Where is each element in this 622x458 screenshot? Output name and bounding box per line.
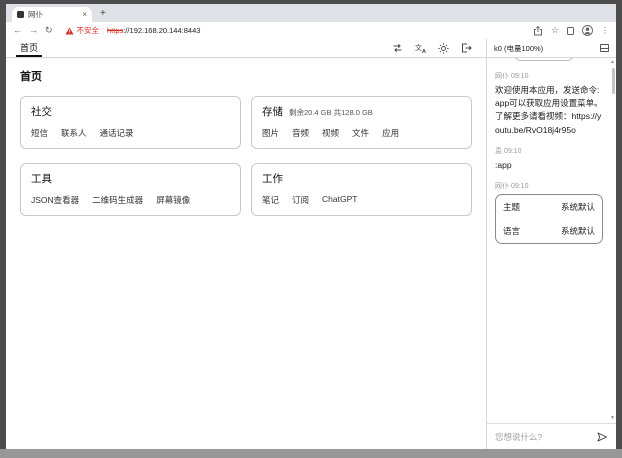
setting-label: 主题 — [503, 201, 520, 213]
url-host: ://192.168.20.144:8443 — [123, 26, 200, 35]
partial-scrolled-card — [515, 58, 573, 61]
message-time: 09:10 — [511, 183, 529, 190]
page-title: 首页 — [20, 68, 472, 84]
card-grid: 社交 短信 联系人 通话记录 存储 剩余20.4 GB 共128.0 GB — [20, 96, 472, 216]
link-subscriptions[interactable]: 订阅 — [292, 194, 309, 206]
link-apps[interactable]: 应用 — [382, 127, 399, 139]
link-chatgpt[interactable]: ChatGPT — [322, 194, 357, 206]
toolbar-actions: ☆ ⋮ — [533, 25, 609, 36]
card-social: 社交 短信 联系人 通话记录 — [20, 96, 241, 149]
share-icon[interactable] — [533, 26, 543, 36]
security-status-label[interactable]: 不安全 — [77, 25, 100, 36]
link-call-log[interactable]: 通话记录 — [100, 127, 134, 139]
url-scheme: https — [107, 26, 123, 35]
link-qrcode-generator[interactable]: 二维码生成器 — [92, 194, 143, 206]
scroll-up-icon[interactable]: ▲ — [610, 60, 615, 65]
link-sms[interactable]: 短信 — [31, 127, 48, 139]
browser-tab-strip: 网仆 × + — [6, 4, 616, 22]
message-text: :app — [495, 159, 603, 172]
browser-menu-icon[interactable]: ⋮ — [601, 27, 609, 35]
sidebar-header: k0 (电量100%) — [486, 39, 616, 57]
chat-message: 袁 09:10 :app — [495, 146, 603, 172]
swap-arrows-icon[interactable] — [392, 43, 403, 53]
link-video[interactable]: 视频 — [322, 127, 339, 139]
main-panel: 首页 社交 短信 联系人 通话记录 存储 剩余2 — [6, 58, 486, 449]
message-sender: 袁 — [495, 148, 502, 155]
link-screen-mirror[interactable]: 屏幕镜像 — [156, 194, 190, 206]
warning-triangle-icon — [65, 27, 74, 35]
setting-value: 系统默认 — [561, 201, 595, 213]
link-json-viewer[interactable]: JSON查看器 — [31, 194, 79, 206]
chat-message: 网仆 09:10 欢迎使用本应用，发送命令:app可以获取应用设置菜单。了解更多… — [495, 71, 603, 137]
app-header: 首页 文 A — [6, 39, 616, 58]
desktop-background-strip — [0, 449, 622, 458]
address-bar[interactable]: 不安全 | https://192.168.20.144:8443 — [60, 25, 526, 36]
back-button[interactable]: ← — [13, 26, 22, 35]
reload-button[interactable]: ↻ — [45, 26, 53, 35]
side-panel-icon[interactable] — [567, 27, 574, 35]
card-work: 工作 笔记 订阅 ChatGPT — [251, 163, 472, 216]
logout-icon[interactable] — [461, 43, 472, 53]
card-storage: 存储 剩余20.4 GB 共128.0 GB 图片 音频 视频 文件 应用 — [251, 96, 472, 149]
link-files[interactable]: 文件 — [352, 127, 369, 139]
chat-input-bar — [487, 423, 616, 449]
storage-usage-label: 剩余20.4 GB 共128.0 GB — [289, 107, 373, 118]
chat-message: 网仆 09:10 主题 系统默认 语言 系统默认 — [495, 181, 603, 244]
message-time: 09:10 — [511, 73, 529, 80]
browser-tab-active[interactable]: 网仆 × — [12, 7, 92, 22]
card-title: 社交 — [31, 104, 52, 119]
message-sender: 网仆 — [495, 73, 509, 80]
profile-avatar-icon[interactable] — [582, 25, 593, 36]
tab-title: 网仆 — [28, 9, 78, 20]
settings-menu-card: 主题 系统默认 语言 系统默认 — [495, 194, 603, 244]
scroll-down-icon[interactable]: ▼ — [610, 416, 615, 421]
chat-message-list: 网仆 09:10 欢迎使用本应用，发送命令:app可以获取应用设置菜单。了解更多… — [487, 58, 616, 423]
settings-row-language[interactable]: 语言 系统默认 — [496, 219, 602, 243]
browser-window: 网仆 × + ← → ↻ 不安全 | https://192.168.20.14… — [6, 4, 616, 449]
content-area: 首页 社交 短信 联系人 通话记录 存储 剩余2 — [6, 58, 616, 449]
device-status-label: k0 (电量100%) — [494, 43, 543, 54]
url-text[interactable]: https://192.168.20.144:8443 — [107, 26, 200, 35]
link-contacts[interactable]: 联系人 — [61, 127, 87, 139]
tab-close-icon[interactable]: × — [82, 11, 87, 19]
message-time: 09:10 — [504, 148, 522, 155]
theme-brightness-icon[interactable] — [438, 43, 449, 54]
card-title: 工具 — [31, 171, 52, 186]
chat-message-input[interactable] — [495, 432, 592, 442]
link-notes[interactable]: 笔记 — [262, 194, 279, 206]
message-sender: 网仆 — [495, 183, 509, 190]
toggle-sidebar-icon[interactable] — [600, 44, 609, 52]
settings-row-theme[interactable]: 主题 系统默认 — [496, 195, 602, 219]
browser-toolbar: ← → ↻ 不安全 | https://192.168.20.144:8443 … — [6, 22, 616, 39]
translate-icon[interactable]: 文 A — [415, 43, 426, 54]
card-tools: 工具 JSON查看器 二维码生成器 屏幕镜像 — [20, 163, 241, 216]
card-title: 工作 — [262, 171, 283, 186]
tab-favicon-icon — [17, 11, 24, 18]
card-title: 存储 — [262, 104, 283, 119]
chat-scrollbar[interactable]: ▲ ▼ — [609, 58, 616, 423]
bookmark-star-icon[interactable]: ☆ — [551, 26, 559, 35]
app-header-spacer — [42, 39, 392, 57]
new-tab-button[interactable]: + — [100, 9, 106, 19]
url-separator: | — [102, 26, 104, 35]
tab-home[interactable]: 首页 — [16, 39, 42, 57]
chat-sidebar: 网仆 09:10 欢迎使用本应用，发送命令:app可以获取应用设置菜单。了解更多… — [486, 58, 616, 449]
link-images[interactable]: 图片 — [262, 127, 279, 139]
link-audio[interactable]: 音频 — [292, 127, 309, 139]
send-icon[interactable] — [596, 431, 608, 443]
setting-value: 系统默认 — [561, 225, 595, 237]
app-header-actions: 文 A — [392, 39, 472, 57]
scrollbar-thumb[interactable] — [612, 68, 615, 94]
forward-button[interactable]: → — [29, 26, 38, 35]
setting-label: 语言 — [503, 225, 520, 237]
